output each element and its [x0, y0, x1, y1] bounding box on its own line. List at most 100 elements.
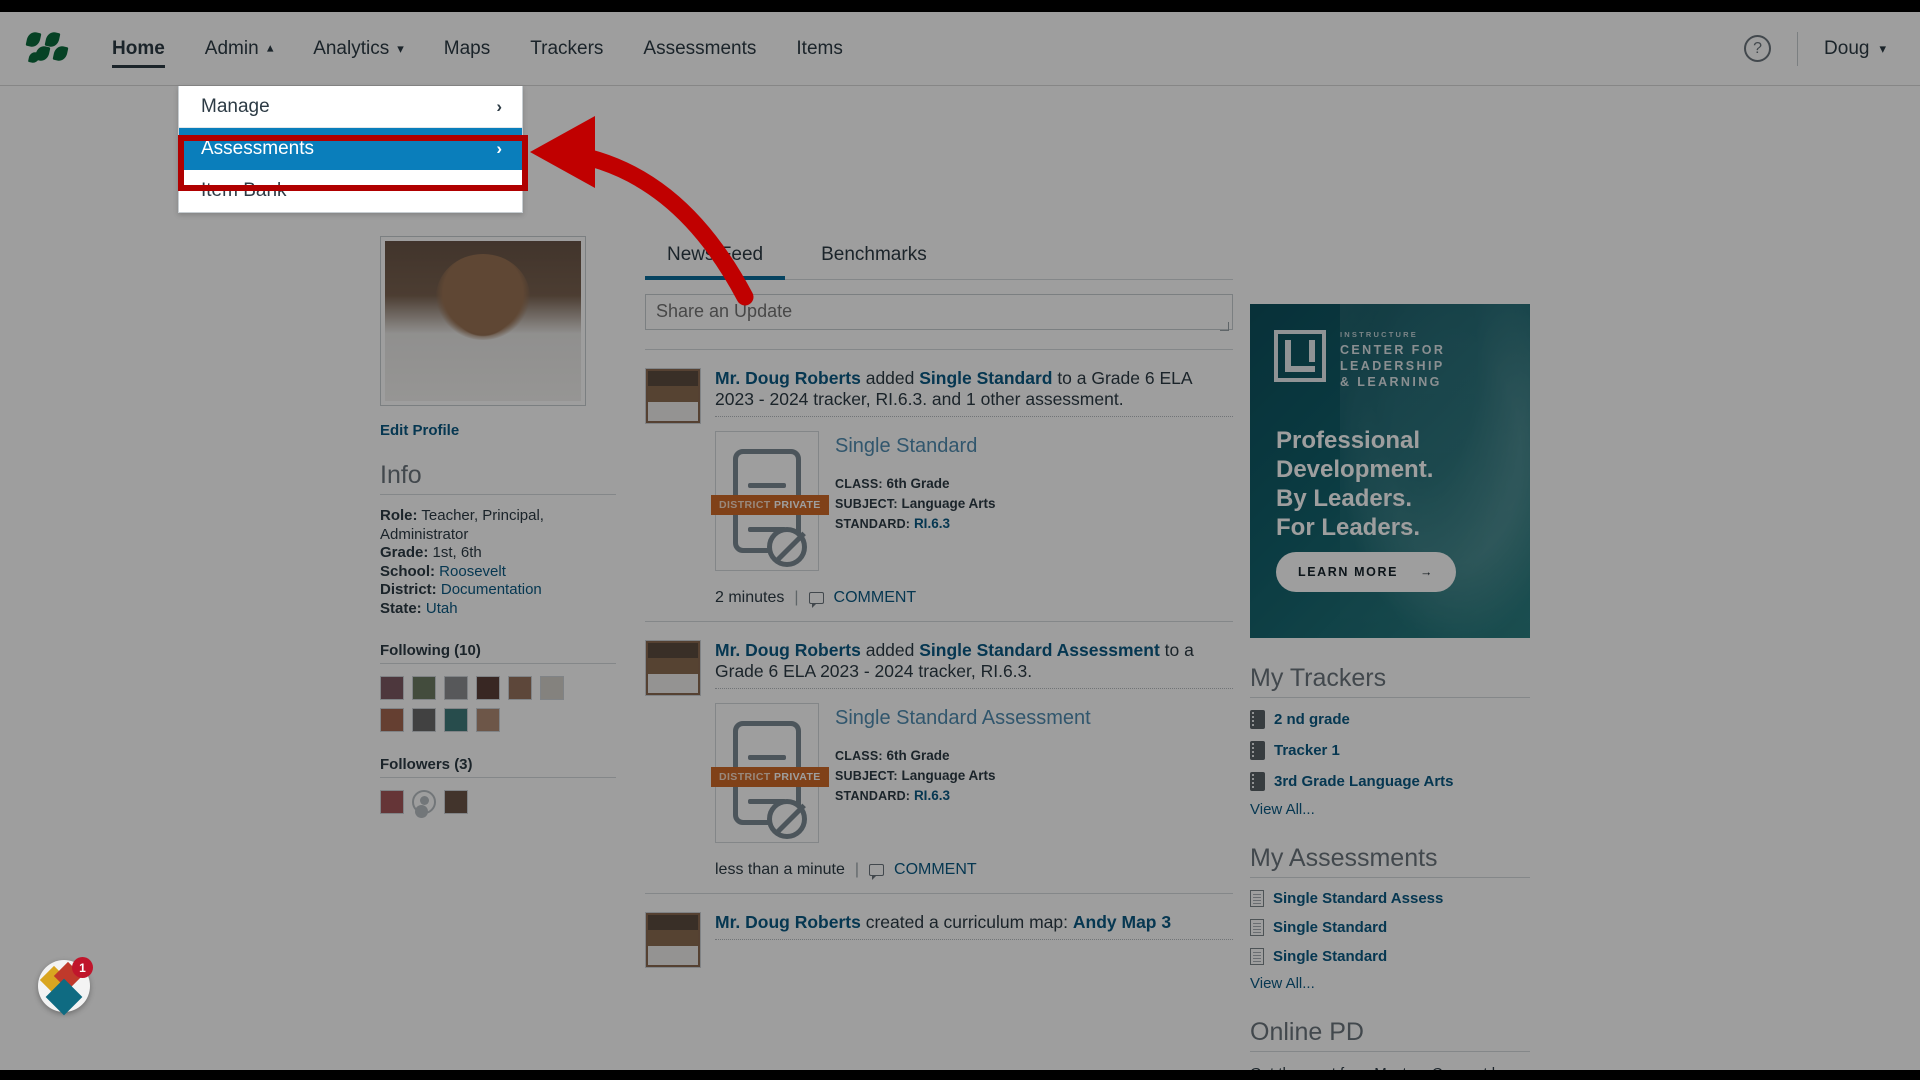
promo-brand-line3: & LEARNING	[1340, 375, 1442, 389]
post-author[interactable]: Mr. Doug Roberts	[715, 640, 861, 660]
standard-link[interactable]: RI.6.3	[914, 788, 950, 803]
document-icon	[1250, 948, 1264, 965]
my-assessments-title: My Assessments	[1250, 844, 1438, 872]
dropdown-item-item-bank[interactable]: Item Bank	[179, 170, 522, 212]
tab-news-feed[interactable]: News Feed	[645, 236, 786, 280]
nav-label-admin: Admin	[204, 37, 259, 59]
post-body: Mr. Doug Roberts created a curriculum ma…	[715, 912, 1233, 968]
online-pd-description: Get the most from Mastery Connect by wat…	[1250, 1064, 1530, 1070]
assessment-card[interactable]: DISTRICT PRIVATE Single Standard CLASS: …	[711, 431, 1233, 571]
comment-icon[interactable]	[808, 592, 824, 608]
info-row-school: School: Roosevelt	[380, 562, 506, 580]
tracker-icon	[1250, 741, 1265, 760]
tab-benchmarks[interactable]: Benchmarks	[799, 236, 949, 280]
promo-brand-line2: LEADERSHIP	[1340, 359, 1445, 373]
question-mark-icon[interactable]: ?	[1744, 35, 1772, 62]
chevron-up-icon: ▾	[266, 41, 274, 57]
my-trackers-title: My Trackers	[1250, 664, 1387, 692]
promo-headline: Professional Development. By Leaders. Fo…	[1276, 427, 1434, 541]
avatar[interactable]	[476, 708, 500, 732]
nav-item-home[interactable]: Home	[92, 12, 185, 86]
post-object-link[interactable]: Single Standard	[919, 368, 1052, 388]
nav-item-items[interactable]: Items	[776, 12, 862, 86]
comment-icon[interactable]	[869, 864, 885, 880]
avatar[interactable]	[476, 676, 500, 700]
dropdown-item-manage[interactable]: Manage ›	[179, 86, 522, 128]
default-avatar-icon[interactable]	[412, 790, 436, 814]
avatar[interactable]	[540, 676, 564, 700]
district-private-badge: DISTRICT PRIVATE	[711, 767, 829, 787]
district-link[interactable]: Documentation	[441, 581, 542, 598]
avatar[interactable]	[645, 368, 701, 424]
assessments-view-all-link[interactable]: View All...	[1250, 975, 1530, 992]
user-menu-label: Doug	[1824, 37, 1870, 59]
district-private-badge: DISTRICT PRIVATE	[711, 495, 829, 515]
avatar[interactable]	[645, 640, 701, 696]
divider	[715, 416, 1233, 417]
post-body: Mr. Doug Roberts added Single Standard A…	[711, 640, 1233, 880]
divider	[380, 494, 616, 495]
promo-banner[interactable]: INSTRUCTURE CENTER FOR LEADERSHIP & LEAR…	[1250, 304, 1530, 638]
mastery-connect-logo-icon[interactable]	[25, 30, 69, 66]
assessment-list-item[interactable]: Single Standard Assess	[1250, 890, 1530, 907]
avatar[interactable]	[412, 676, 436, 700]
tracker-list-item[interactable]: Tracker 1	[1250, 741, 1530, 760]
standard-link[interactable]: RI.6.3	[914, 516, 950, 531]
user-menu-button[interactable]: Doug ▾	[1824, 38, 1886, 60]
trackers-view-all-link[interactable]: View All...	[1250, 801, 1530, 818]
dropdown-item-assessments[interactable]: Assessments ›	[179, 128, 522, 170]
post-text: Mr. Doug Roberts added Single Standard t…	[715, 368, 1192, 409]
followers-header[interactable]: Followers (3)	[380, 756, 616, 773]
nav-item-analytics[interactable]: Analytics ▾	[293, 12, 424, 86]
school-link[interactable]: Roosevelt	[439, 563, 506, 580]
avatar[interactable]	[380, 676, 404, 700]
following-header[interactable]: Following (10)	[380, 642, 616, 659]
nav-item-admin[interactable]: Admin ▾	[185, 12, 293, 86]
promo-brand-line1: CENTER FOR	[1340, 343, 1446, 357]
divider	[1250, 877, 1530, 878]
info-section-title: Info	[380, 461, 422, 489]
edit-profile-link[interactable]: Edit Profile	[380, 422, 616, 439]
comment-button[interactable]: COMMENT	[834, 589, 917, 607]
comment-button[interactable]: COMMENT	[894, 861, 977, 879]
avatar[interactable]	[412, 708, 436, 732]
avatar[interactable]	[444, 676, 468, 700]
tracker-list-item[interactable]: 2 nd grade	[1250, 710, 1530, 729]
nav-item-assessments[interactable]: Assessments	[623, 12, 776, 86]
nav-item-maps[interactable]: Maps	[424, 12, 510, 86]
post-object-link[interactable]: Andy Map 3	[1073, 912, 1171, 932]
post-body: Mr. Doug Roberts added Single Standard t…	[711, 368, 1233, 608]
divider	[715, 939, 1233, 940]
share-update-input[interactable]	[645, 294, 1233, 330]
assessment-card[interactable]: DISTRICT PRIVATE Single Standard Assessm…	[711, 703, 1233, 843]
avatar[interactable]	[380, 790, 404, 814]
avatar[interactable]	[444, 708, 468, 732]
profile-sidebar: Edit Profile Info Role: Teacher, Princip…	[380, 236, 616, 814]
avatar[interactable]	[380, 708, 404, 732]
learn-more-button[interactable]: LEARN MORE →	[1276, 552, 1457, 592]
news-feed-column: News Feed Benchmarks Mr. Doug Roberts ad…	[645, 236, 1233, 968]
post-footer: 2 minutes | COMMENT	[715, 589, 1233, 608]
info-row-grade: Grade: 1st, 6th	[380, 544, 482, 561]
page-content: Edit Profile Info Role: Teacher, Princip…	[0, 86, 1920, 1070]
post-object-link[interactable]: Single Standard Assessment	[919, 640, 1160, 660]
avatar[interactable]	[444, 790, 468, 814]
feed-post: Mr. Doug Roberts added Single Standard t…	[645, 349, 1233, 608]
state-link[interactable]: Utah	[426, 600, 458, 617]
nav-item-trackers[interactable]: Trackers	[510, 12, 623, 86]
help-chat-widget[interactable]: 1	[38, 957, 93, 1016]
divider	[1250, 1051, 1530, 1052]
assessment-title-link[interactable]: Single Standard	[835, 435, 996, 458]
assessment-list-item[interactable]: Single Standard	[1250, 919, 1530, 936]
avatar[interactable]	[645, 912, 701, 968]
assessment-list-item[interactable]: Single Standard	[1250, 948, 1530, 965]
tracker-list-item[interactable]: 3rd Grade Language Arts	[1250, 772, 1530, 791]
post-author[interactable]: Mr. Doug Roberts	[715, 368, 861, 388]
post-author[interactable]: Mr. Doug Roberts	[715, 912, 861, 932]
divider	[1250, 697, 1530, 698]
assessment-title-link[interactable]: Single Standard Assessment	[835, 707, 1091, 730]
post-timestamp: less than a minute	[715, 861, 845, 878]
post-text: Mr. Doug Roberts added Single Standard A…	[715, 640, 1194, 681]
post-footer: less than a minute | COMMENT	[715, 861, 1233, 880]
avatar[interactable]	[508, 676, 532, 700]
